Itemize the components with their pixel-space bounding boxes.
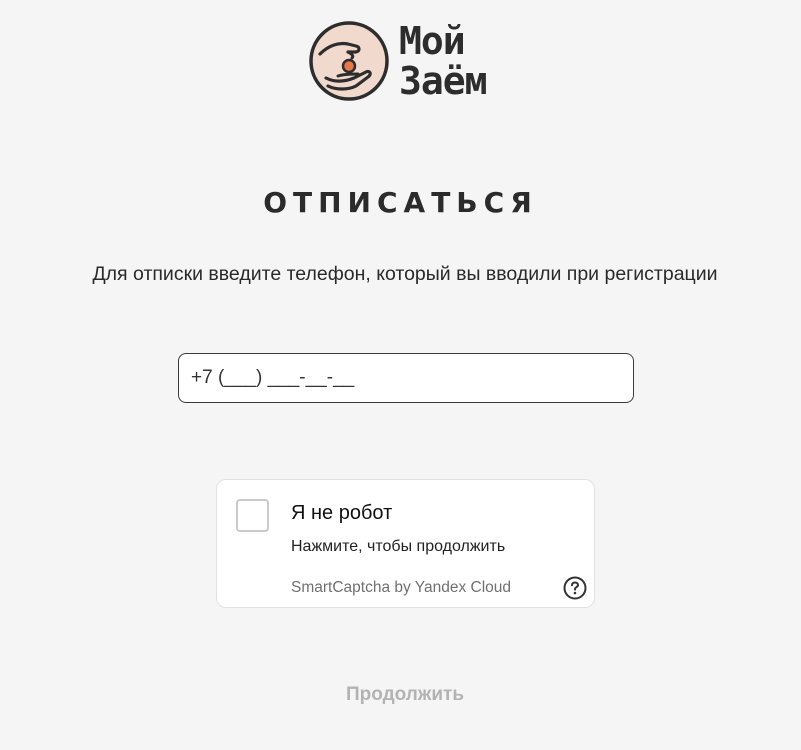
captcha-brand-link[interactable]: SmartCaptcha by Yandex Cloud bbox=[291, 579, 511, 597]
captcha-subtitle: Нажмите, чтобы продолжить bbox=[291, 538, 506, 555]
captcha-checkbox[interactable] bbox=[236, 499, 269, 532]
logo-line-2: Заём bbox=[399, 59, 488, 103]
captcha-title: Я не робот bbox=[291, 502, 393, 524]
phone-input[interactable] bbox=[178, 353, 634, 403]
page-title: ОТПИСАТЬСЯ bbox=[263, 186, 538, 219]
continue-button[interactable]: Продолжить bbox=[300, 680, 510, 710]
logo-line-1: Мой bbox=[399, 19, 466, 63]
instruction-text: Для отписки введите телефон, который вы … bbox=[92, 263, 718, 285]
logo: Мой Заём bbox=[308, 19, 488, 103]
question-circle-icon[interactable] bbox=[563, 576, 587, 600]
captcha-widget[interactable]: Я не робот Нажмите, чтобы продолжить Sma… bbox=[216, 479, 595, 608]
hand-with-coin-icon bbox=[309, 21, 389, 101]
logo-wordmark: Мой Заём bbox=[399, 19, 488, 103]
